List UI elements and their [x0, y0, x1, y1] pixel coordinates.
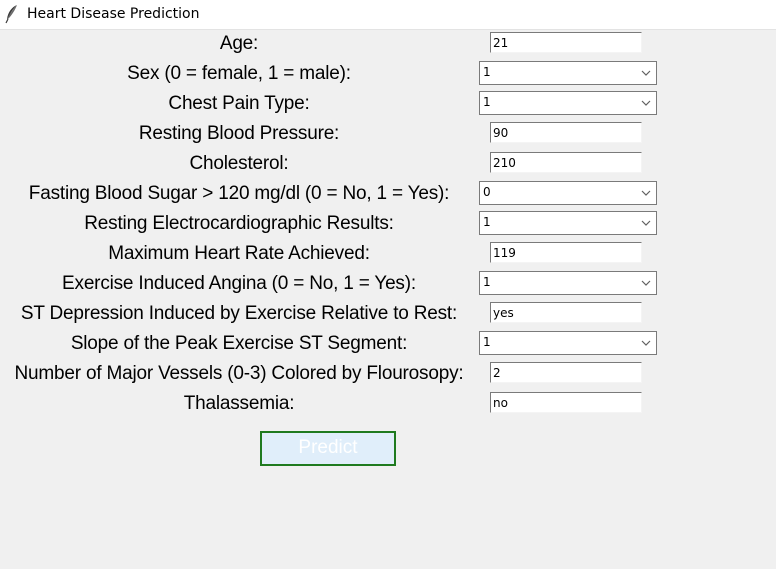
- combobox-value: 1: [483, 95, 491, 109]
- field-label: ST Depression Induced by Exercise Relati…: [20, 303, 458, 324]
- form-row: ST Depression Induced by Exercise Relati…: [0, 300, 776, 330]
- chevron-down-icon[interactable]: [641, 99, 651, 107]
- combobox-value: 1: [483, 215, 491, 229]
- combobox-value: 0: [483, 185, 491, 199]
- field-label: Number of Major Vessels (0-3) Colored by…: [14, 363, 464, 384]
- field-label: Age:: [219, 33, 259, 54]
- feather-icon: [5, 5, 17, 24]
- chevron-down-icon[interactable]: [641, 339, 651, 347]
- field-entry[interactable]: [490, 122, 642, 143]
- predict-button[interactable]: Predict: [260, 431, 396, 466]
- field-label: Slope of the Peak Exercise ST Segment:: [70, 333, 408, 354]
- field-label: Chest Pain Type:: [168, 93, 310, 114]
- form-row: Fasting Blood Sugar > 120 mg/dl (0 = No,…: [0, 180, 776, 210]
- form-row: Resting Electrocardiographic Results: 1: [0, 210, 776, 240]
- field-label: Resting Blood Pressure:: [138, 123, 340, 144]
- field-combobox[interactable]: 1: [479, 91, 657, 115]
- form-row: Exercise Induced Angina (0 = No, 1 = Yes…: [0, 270, 776, 300]
- field-label: Cholesterol:: [189, 153, 289, 174]
- field-entry[interactable]: [490, 302, 642, 323]
- chevron-down-icon[interactable]: [641, 279, 651, 287]
- field-combobox[interactable]: 0: [479, 181, 657, 205]
- form-row: Maximum Heart Rate Achieved:: [0, 240, 776, 270]
- chevron-down-icon[interactable]: [641, 69, 651, 77]
- window-title: Heart Disease Prediction: [27, 6, 200, 22]
- field-label: Exercise Induced Angina (0 = No, 1 = Yes…: [62, 273, 416, 294]
- chevron-down-icon[interactable]: [641, 189, 651, 197]
- form-row: Resting Blood Pressure:: [0, 120, 776, 150]
- field-entry[interactable]: [490, 362, 642, 383]
- form-row: Thalassemia:: [0, 390, 776, 420]
- form-row: Slope of the Peak Exercise ST Segment: 1: [0, 330, 776, 360]
- combobox-value: 1: [483, 335, 491, 349]
- field-combobox[interactable]: 1: [479, 331, 657, 355]
- form-row: Age:: [0, 30, 776, 60]
- combobox-value: 1: [483, 275, 491, 289]
- form-row: Cholesterol:: [0, 150, 776, 180]
- field-combobox[interactable]: 1: [479, 271, 657, 295]
- combobox-value: 1: [483, 65, 491, 79]
- field-entry[interactable]: [490, 152, 642, 173]
- field-label: Sex (0 = female, 1 = male):: [127, 63, 351, 84]
- field-label: Thalassemia:: [183, 393, 295, 414]
- field-entry[interactable]: [490, 32, 642, 53]
- form-area: Age:Sex (0 = female, 1 = male):1Chest Pa…: [0, 30, 776, 569]
- field-combobox[interactable]: 1: [479, 61, 657, 85]
- app-window: Heart Disease Prediction Age: Sex (0 = fe…: [0, 0, 776, 569]
- title-bar[interactable]: Heart Disease Prediction: [0, 0, 776, 30]
- field-combobox[interactable]: 1: [479, 211, 657, 235]
- form-row: Sex (0 = female, 1 = male): 1: [0, 60, 776, 90]
- form-row: Chest Pain Type: 1: [0, 90, 776, 120]
- form-row: Number of Major Vessels (0-3) Colored by…: [0, 360, 776, 390]
- field-label: Fasting Blood Sugar > 120 mg/dl (0 = No,…: [28, 183, 450, 204]
- field-label: Resting Electrocardiographic Results:: [84, 213, 394, 234]
- chevron-down-icon[interactable]: [641, 219, 651, 227]
- field-entry[interactable]: [490, 392, 642, 413]
- field-entry[interactable]: [490, 242, 642, 263]
- field-label: Maximum Heart Rate Achieved:: [108, 243, 370, 264]
